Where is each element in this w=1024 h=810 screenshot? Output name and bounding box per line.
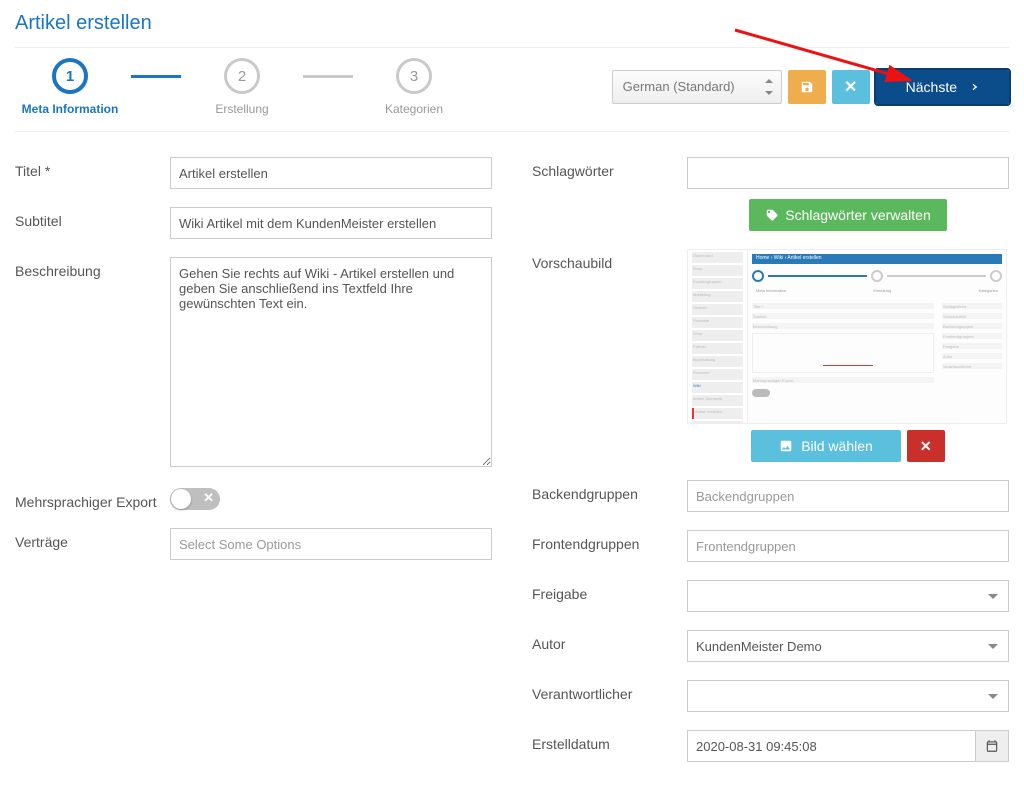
- image-icon: [779, 439, 793, 453]
- calendar-button[interactable]: [975, 730, 1009, 762]
- author-value: KundenMeister Demo: [696, 639, 822, 654]
- title-input[interactable]: [170, 157, 492, 189]
- delete-image-button[interactable]: ✕: [907, 430, 945, 462]
- calendar-icon: [985, 739, 999, 753]
- backend-input[interactable]: [687, 480, 1009, 512]
- wizard-step-1-num: 1: [52, 58, 88, 94]
- tags-input[interactable]: [687, 157, 1009, 189]
- description-label: Beschreibung: [15, 257, 170, 470]
- release-select[interactable]: [687, 580, 1009, 612]
- close-icon: ✕: [920, 438, 932, 455]
- resp-select[interactable]: [687, 680, 1009, 712]
- next-button-label: Nächste: [906, 79, 957, 95]
- arrow-right-icon: [965, 80, 979, 94]
- date-field[interactable]: [687, 730, 1009, 762]
- wizard-steps: 1 Meta Information 2 Erstellung 3 Katego…: [15, 58, 469, 116]
- author-label: Autor: [532, 630, 687, 662]
- frontend-input[interactable]: [687, 530, 1009, 562]
- page-title: Artikel erstellen: [15, 0, 1009, 48]
- chevron-down-icon: [988, 694, 998, 699]
- preview-image: DashboardShopKundengruppenMarketingVertr…: [687, 249, 1007, 424]
- chevron-down-icon: [988, 644, 998, 649]
- multilang-toggle[interactable]: ✕: [170, 488, 220, 510]
- toggle-off-icon: ✕: [203, 490, 214, 506]
- title-label: Titel *: [15, 157, 170, 189]
- manage-tags-button[interactable]: Schlagwörter verwalten: [749, 199, 947, 231]
- date-label: Erstelldatum: [532, 730, 687, 762]
- wizard-connector: [303, 75, 353, 78]
- subtitle-label: Subtitel: [15, 207, 170, 239]
- cancel-button[interactable]: ✕: [832, 70, 870, 104]
- preview-label: Vorschaubild: [532, 249, 687, 462]
- save-button[interactable]: [788, 70, 826, 104]
- description-textarea[interactable]: Gehen Sie rechts auf Wiki - Artikel erst…: [170, 257, 492, 467]
- choose-image-label: Bild wählen: [801, 438, 873, 454]
- tags-label: Schlagwörter: [532, 157, 687, 231]
- frontend-label: Frontendgruppen: [532, 530, 687, 562]
- contracts-label: Verträge: [15, 528, 170, 560]
- manage-tags-label: Schlagwörter verwalten: [785, 207, 931, 223]
- author-select[interactable]: KundenMeister Demo: [687, 630, 1009, 662]
- close-icon: ✕: [844, 77, 857, 97]
- wizard-step-2[interactable]: 2 Erstellung: [187, 58, 297, 116]
- save-icon: [800, 80, 814, 94]
- toggle-knob: [171, 489, 191, 509]
- backend-label: Backendgruppen: [532, 480, 687, 512]
- choose-image-button[interactable]: Bild wählen: [751, 430, 901, 462]
- wizard-step-2-num: 2: [224, 58, 260, 94]
- release-label: Freigabe: [532, 580, 687, 612]
- resp-label: Verantwortlicher: [532, 680, 687, 712]
- subtitle-input[interactable]: [170, 207, 492, 239]
- wizard-step-2-label: Erstellung: [215, 102, 268, 116]
- multilang-label: Mehrsprachiger Export: [15, 488, 170, 510]
- wizard-step-3-label: Kategorien: [385, 102, 443, 116]
- chevron-down-icon: [988, 594, 998, 599]
- tags-icon: [765, 208, 779, 222]
- wizard-step-1[interactable]: 1 Meta Information: [15, 58, 125, 116]
- contracts-input[interactable]: [170, 528, 492, 560]
- wizard-step-3[interactable]: 3 Kategorien: [359, 58, 469, 116]
- wizard-step-3-num: 3: [396, 58, 432, 94]
- date-input[interactable]: [687, 730, 975, 762]
- next-button[interactable]: Nächste: [876, 70, 1009, 104]
- wizard-step-1-label: Meta Information: [22, 102, 119, 116]
- wizard-connector: [131, 75, 181, 78]
- language-select[interactable]: German (Standard): [612, 70, 782, 104]
